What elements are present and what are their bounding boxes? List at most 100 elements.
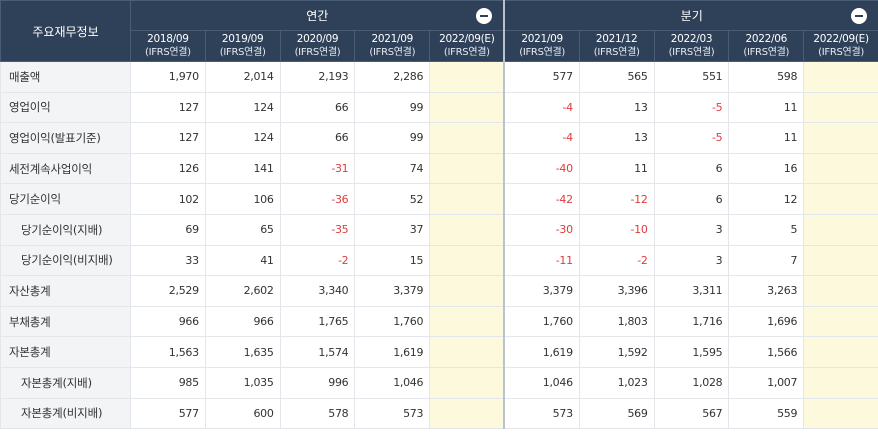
annual-value-cell: 99	[354, 122, 431, 154]
table-row: 영업이익 127 124 66 99 -4 13 -5 11	[0, 91, 878, 124]
annual-value-cell: 74	[354, 152, 431, 185]
annual-value-cell: 966	[130, 305, 206, 338]
period-label: 2021/12	[595, 33, 638, 45]
annual-value-cell	[429, 61, 506, 93]
quarter-value-cell: 1,007	[728, 366, 805, 399]
table-row: 자본총계(지배) 985 1,035 996 1,046 1,046 1,023 1,028 1…	[0, 366, 878, 399]
row-label: 자본총계(비지배)	[0, 397, 131, 430]
quarter-value-cell: 3,379	[503, 275, 580, 307]
period-basis: (IFRS연결)	[443, 47, 490, 58]
annual-value-cell: 69	[130, 213, 206, 246]
annual-value-cell: 102	[130, 183, 206, 215]
table-row: 자본총계(비지배) 577 600 578 573 573 569 567 559	[0, 397, 878, 430]
quarter-value-cell: 6	[653, 183, 730, 215]
table-row: 영업이익(발표기준) 127 124 66 99 -4 13 -5 11	[0, 122, 878, 154]
period-basis: (IFRS연결)	[818, 47, 864, 58]
table-row: 세전계속사업이익 126 141 -31 74 -40 11 6 16	[0, 152, 878, 185]
quarter-value-cell: 11	[728, 91, 805, 124]
row-label: 영업이익	[0, 91, 131, 124]
annual-value-cell	[429, 397, 506, 430]
quarter-value-cell: 1,028	[653, 366, 730, 399]
quarter-value-cell: 11	[728, 122, 805, 154]
quarter-value-cell: -2	[578, 244, 655, 277]
annual-period-header: 2022/09(E) (IFRS연결)	[429, 30, 506, 62]
annual-value-cell	[429, 275, 506, 307]
table-row: 당기순이익(비지배) 33 41 -2 15 -11 -2 3 7	[0, 244, 878, 277]
annual-value-cell: 985	[130, 366, 206, 399]
quarter-group-label: 분기	[680, 9, 703, 23]
annual-collapse-minus-icon[interactable]	[476, 8, 493, 24]
quarter-group-header: 분기	[503, 0, 878, 31]
annual-value-cell: 127	[130, 91, 206, 124]
annual-value-cell	[429, 122, 506, 154]
annual-value-cell: 577	[130, 397, 206, 430]
quarter-value-cell: 6	[653, 152, 730, 185]
row-label: 자본총계	[0, 336, 131, 368]
annual-value-cell: 966	[204, 305, 281, 338]
annual-value-cell: 2,014	[204, 61, 281, 93]
annual-value-cell	[429, 336, 506, 368]
quarter-value-cell	[803, 61, 878, 93]
quarter-value-cell	[803, 305, 878, 338]
annual-value-cell	[429, 183, 506, 215]
annual-value-cell: 996	[279, 366, 356, 399]
annual-value-cell: 1,046	[354, 366, 431, 399]
annual-period-header: 2019/09 (IFRS연결)	[204, 30, 281, 62]
table-row: 자산총계 2,529 2,602 3,340 3,379 3,379 3,396 3,311 3…	[0, 275, 878, 307]
quarter-value-cell: 12	[728, 183, 805, 215]
quarter-value-cell: 13	[578, 91, 655, 124]
quarter-value-cell: -5	[653, 91, 730, 124]
quarter-value-cell: -5	[653, 122, 730, 154]
annual-value-cell: 15	[354, 244, 431, 277]
annual-value-cell	[429, 213, 506, 246]
quarter-period-header: 2021/12 (IFRS연결)	[578, 30, 655, 62]
table-row: 부채총계 966 966 1,765 1,760 1,760 1,803 1,716 1,696	[0, 305, 878, 338]
quarter-value-cell: 1,592	[578, 336, 655, 368]
annual-value-cell: 578	[279, 397, 356, 430]
annual-value-cell: 1,765	[279, 305, 356, 338]
table-row: 매출액 1,970 2,014 2,193 2,286 577 565 551 598	[0, 61, 878, 93]
annual-value-cell: 126	[130, 152, 206, 185]
period-label: 2020/09	[296, 33, 339, 45]
quarter-value-cell	[803, 275, 878, 307]
row-label: 부채총계	[0, 305, 131, 338]
quarter-value-cell: 3,311	[653, 275, 730, 307]
quarter-value-cell: 3	[653, 213, 730, 246]
period-basis: (IFRS연결)	[144, 47, 191, 58]
quarter-value-cell	[803, 366, 878, 399]
quarter-value-cell	[803, 152, 878, 185]
quarter-value-cell: 1,595	[653, 336, 730, 368]
row-label: 당기순이익(비지배)	[0, 244, 131, 277]
quarter-period-header: 2022/06 (IFRS연결)	[728, 30, 805, 62]
annual-value-cell: 600	[204, 397, 281, 430]
table-body: 매출액 1,970 2,014 2,193 2,286 577 565 551 598 영업이익 1…	[0, 61, 878, 430]
annual-value-cell: 66	[279, 122, 356, 154]
quarter-value-cell: 1,696	[728, 305, 805, 338]
quarter-collapse-minus-icon[interactable]	[850, 8, 867, 24]
quarter-value-cell: -4	[503, 91, 580, 124]
annual-value-cell: 2,602	[204, 275, 281, 307]
annual-value-cell	[429, 366, 506, 399]
annual-value-cell: 33	[130, 244, 206, 277]
annual-value-cell: 124	[204, 122, 281, 154]
annual-value-cell: 1,574	[279, 336, 356, 368]
annual-value-cell: 1,970	[130, 61, 206, 93]
period-basis: (IFRS연결)	[219, 47, 266, 58]
quarter-value-cell: 1,046	[503, 366, 580, 399]
quarter-value-cell	[803, 183, 878, 215]
quarter-value-cell	[803, 336, 878, 368]
period-header-row: 2018/09 (IFRS연결) 2019/09 (IFRS연결) 2020/09 (IF…	[1, 30, 878, 62]
quarter-value-cell: 3	[653, 244, 730, 277]
quarter-value-cell: 1,566	[728, 336, 805, 368]
quarter-value-cell	[803, 91, 878, 124]
annual-value-cell: 66	[279, 91, 356, 124]
annual-value-cell: 2,193	[279, 61, 356, 93]
annual-group-header: 연간	[130, 0, 506, 31]
period-label: 2019/09	[221, 33, 264, 45]
quarter-value-cell: 598	[728, 61, 805, 93]
quarter-value-cell: -40	[503, 152, 580, 185]
quarter-value-cell: -11	[503, 244, 580, 277]
quarter-value-cell: 11	[578, 152, 655, 185]
quarter-value-cell: -4	[503, 122, 580, 154]
period-label: 2022/06	[745, 33, 788, 45]
